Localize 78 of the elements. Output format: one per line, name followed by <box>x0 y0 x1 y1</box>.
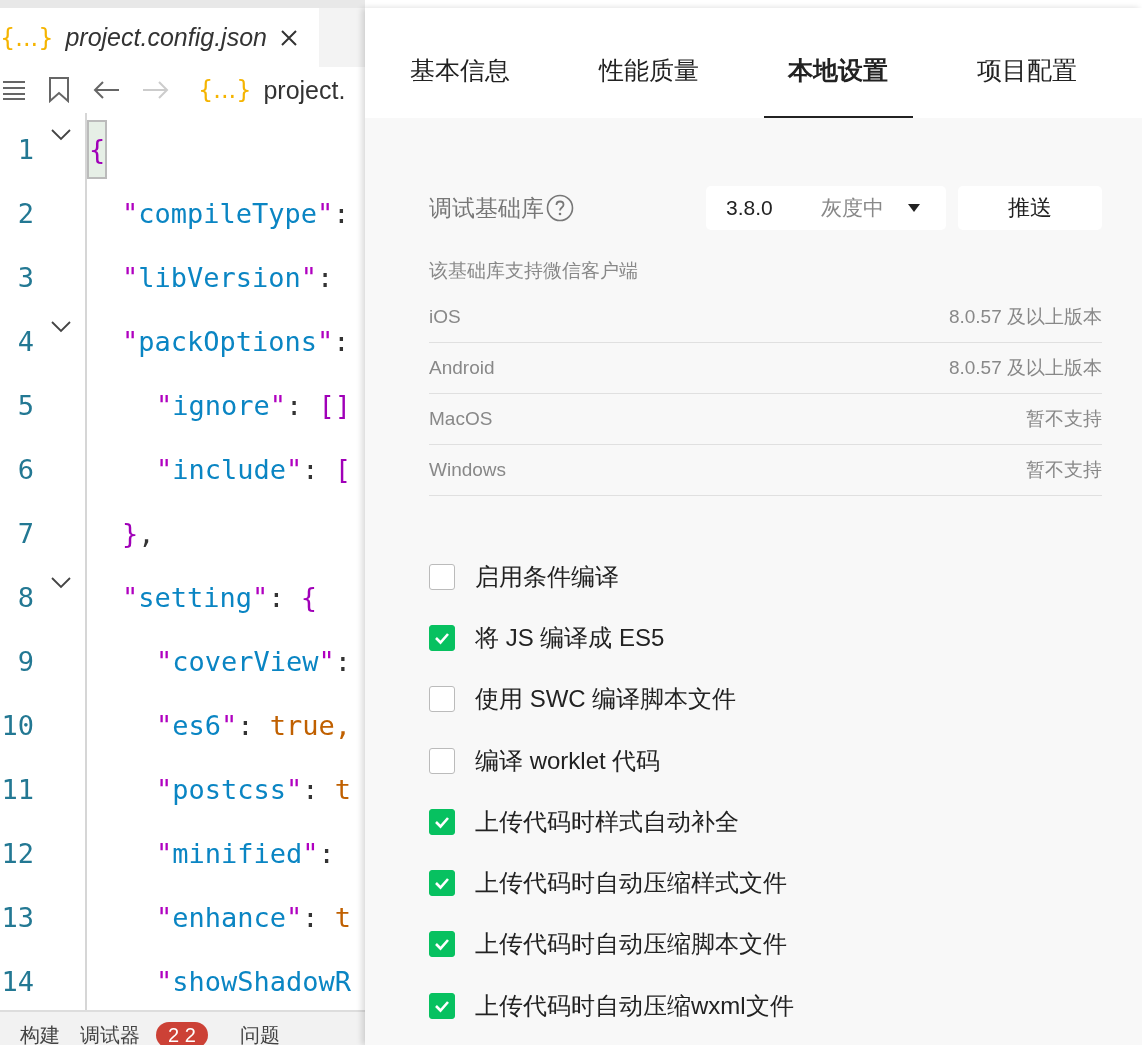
panel-tab[interactable]: 构建 <box>20 1022 60 1045</box>
line-number: 7 <box>16 517 34 549</box>
checkbox[interactable] <box>429 931 455 958</box>
line-number: 14 <box>0 965 34 997</box>
fold-chevron-icon[interactable] <box>50 129 71 141</box>
line-number: 1 <box>16 133 34 165</box>
json-file-icon: {...} <box>0 23 54 52</box>
caret-icon <box>908 204 920 212</box>
settings-tab[interactable]: 性能质量 <box>574 8 724 118</box>
version-select[interactable]: 3.8.0 灰度中 <box>706 186 946 230</box>
file-tab[interactable]: {...} project.config.json <box>0 8 319 67</box>
option-label: 使用 SWC 编译脚本文件 <box>475 684 737 715</box>
code-line: "compileType": <box>121 197 350 229</box>
code-line: "coverView": <box>155 645 352 677</box>
option-label: 编译 worklet 代码 <box>475 745 661 776</box>
option-label: 启用条件编译 <box>475 561 619 592</box>
settings-tab[interactable]: 基本信息 <box>385 8 535 118</box>
forward-arrow-icon[interactable] <box>142 80 170 100</box>
checkbox[interactable] <box>429 747 455 774</box>
push-button[interactable]: 推送 <box>958 186 1102 230</box>
version-requirement: 暂不支持 <box>1026 407 1102 431</box>
version-requirement: 暂不支持 <box>1026 458 1102 482</box>
platform-name: Android <box>429 357 495 379</box>
version-requirement: 8.0.57 及以上版本 <box>948 305 1102 329</box>
json-file-icon: {...} <box>198 76 252 104</box>
code-line: "postcss": t <box>155 773 352 805</box>
panel-tab[interactable]: 问题 <box>239 1022 280 1045</box>
platform-name: iOS <box>429 306 461 328</box>
code-line: "include": [ <box>155 453 352 485</box>
fold-chevron-icon[interactable] <box>50 321 71 333</box>
line-number: 12 <box>0 837 34 869</box>
settings-tab[interactable]: 本地设置 <box>763 8 913 118</box>
line-number: 10 <box>0 709 34 741</box>
line-number: 3 <box>16 261 34 293</box>
checkbox[interactable] <box>429 992 455 1019</box>
option-label: 上传代码时自动压缩wxml文件 <box>475 990 794 1021</box>
help-icon[interactable] <box>546 194 574 222</box>
line-number: 11 <box>0 773 34 805</box>
code-line: }, <box>121 517 155 549</box>
platform-name: Windows <box>429 459 507 481</box>
support-heading: 该基础库支持微信客户端 <box>429 259 639 283</box>
line-number: 6 <box>16 453 34 485</box>
code-line: "ignore": [] <box>155 389 352 421</box>
breadcrumb-item[interactable]: project. <box>263 75 346 105</box>
checkbox[interactable] <box>429 624 455 651</box>
fold-chevron-icon[interactable] <box>50 577 71 589</box>
checkbox[interactable] <box>429 563 455 590</box>
menu-icon[interactable] <box>2 80 26 100</box>
code-line: "packOptions": <box>121 325 350 357</box>
checkbox[interactable] <box>429 808 455 835</box>
option-label: 上传代码时自动压缩脚本文件 <box>475 929 787 960</box>
file-tab-title: project.config.json <box>65 23 267 52</box>
code-line: "libVersion": <box>121 261 334 293</box>
back-arrow-icon[interactable] <box>92 80 120 100</box>
settings-tab[interactable]: 项目配置 <box>952 8 1102 118</box>
line-number: 4 <box>16 325 34 357</box>
code-line: "showShadowR <box>155 965 352 997</box>
checkbox[interactable] <box>429 870 455 897</box>
code-line: "es6": true, <box>155 709 352 741</box>
bookmark-icon[interactable] <box>48 77 70 103</box>
checkbox[interactable] <box>429 686 455 713</box>
panel-tab[interactable]: 调试器 <box>80 1022 140 1045</box>
option-label: 上传代码时样式自动补全 <box>475 806 739 837</box>
platform-name: MacOS <box>429 408 493 430</box>
code-line: "enhance": t <box>155 901 352 933</box>
line-number: 9 <box>16 645 34 677</box>
option-label: 将 JS 编译成 ES5 <box>475 622 665 653</box>
library-label: 调试基础库 <box>429 193 544 223</box>
version-requirement: 8.0.57 及以上版本 <box>948 356 1102 380</box>
code-line: "setting": { <box>121 581 318 613</box>
line-number: 2 <box>16 197 34 229</box>
close-icon[interactable] <box>278 27 299 48</box>
line-number: 8 <box>16 581 34 613</box>
code-line: "minified": <box>155 837 335 869</box>
line-number: 13 <box>0 901 34 933</box>
line-number: 5 <box>16 389 34 421</box>
option-label: 上传代码时自动压缩样式文件 <box>475 868 787 899</box>
count-badge: 2 2 <box>156 1022 208 1045</box>
